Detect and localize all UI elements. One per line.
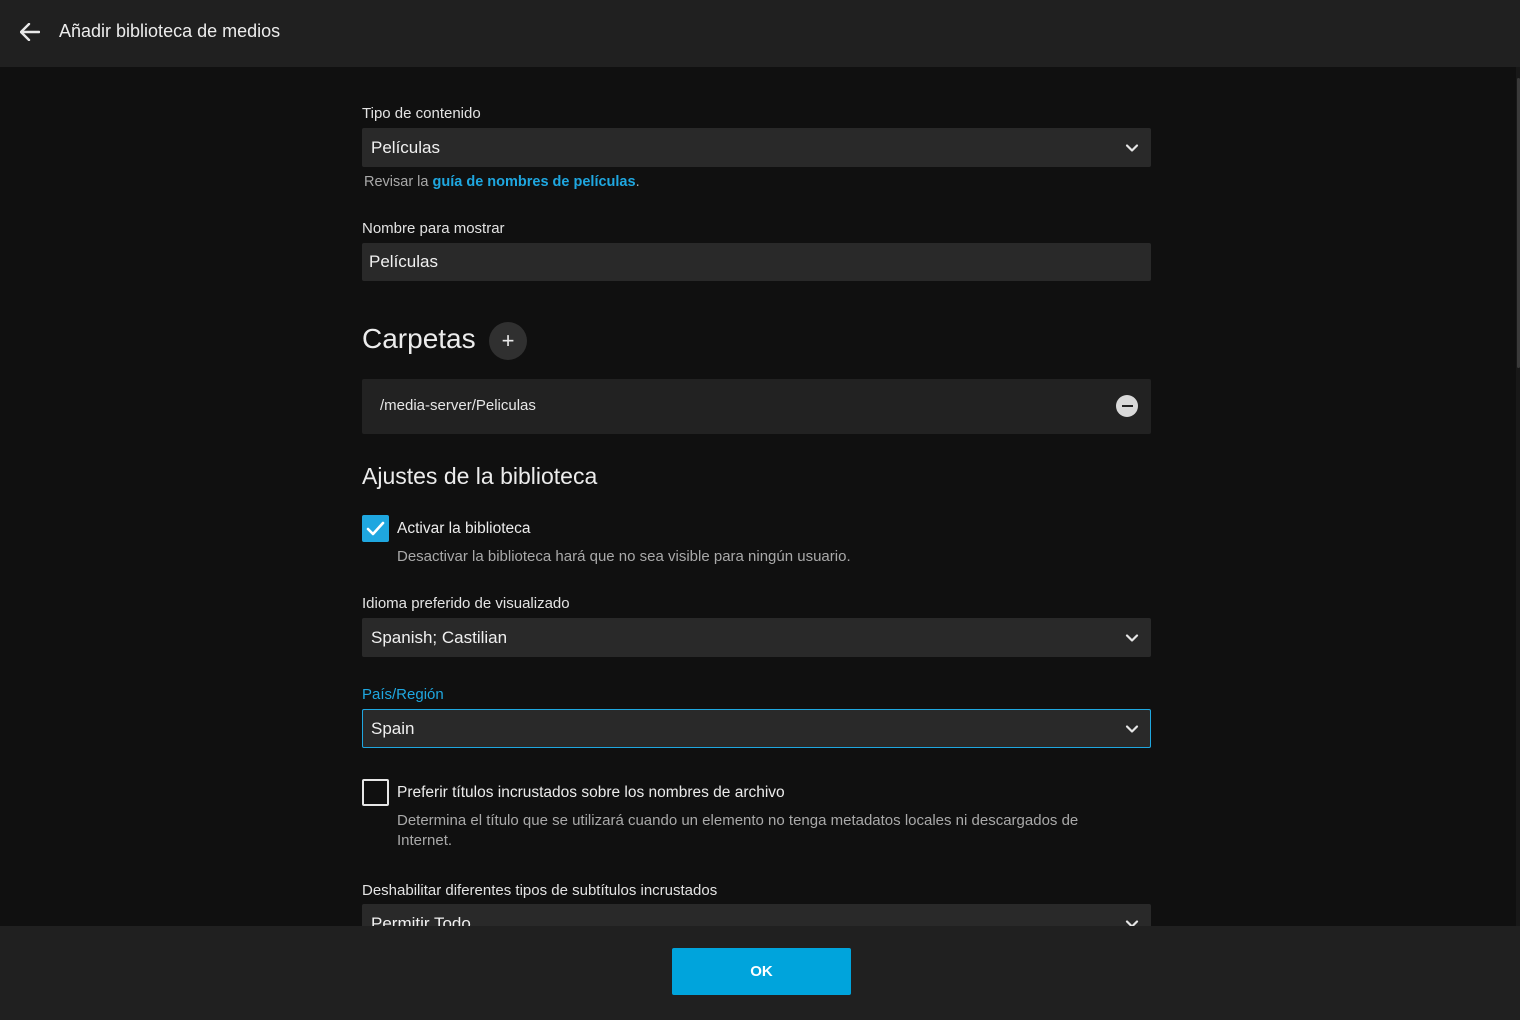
chevron-down-icon xyxy=(1125,725,1139,733)
disable-subtitles-value: Permitir Todo xyxy=(371,913,471,927)
remove-folder-button[interactable] xyxy=(1116,395,1138,417)
country-value: Spain xyxy=(371,718,415,738)
enable-library-description: Desactivar la biblioteca hará que no sea… xyxy=(397,548,851,565)
top-bar: Añadir biblioteca de medios xyxy=(0,0,1520,67)
preferred-language-label: Idioma preferido de visualizado xyxy=(362,595,570,612)
dialog-content: Tipo de contenido Películas Revisar la g… xyxy=(0,67,1520,926)
folder-list-item[interactable]: /media-server/Peliculas xyxy=(362,379,1151,434)
naming-guide-link[interactable]: guía de nombres de películas xyxy=(433,174,636,190)
page-title: Añadir biblioteca de medios xyxy=(59,21,281,41)
country-label: País/Región xyxy=(362,686,444,703)
library-settings-heading: Ajustes de la biblioteca xyxy=(362,463,598,489)
content-type-select[interactable]: Películas xyxy=(362,128,1151,167)
help-prefix-text: Revisar la xyxy=(364,174,433,190)
folder-path: /media-server/Peliculas xyxy=(380,397,536,414)
plus-icon: + xyxy=(501,328,515,353)
add-folder-button[interactable]: + xyxy=(489,322,527,360)
content-type-help: Revisar la guía de nombres de películas. xyxy=(364,174,640,190)
preferred-language-value: Spanish; Castilian xyxy=(371,627,508,647)
display-name-input[interactable]: Películas xyxy=(362,243,1151,281)
enable-library-label: Activar la biblioteca xyxy=(397,520,531,537)
prefer-embedded-titles-description: Determina el título que se utilizará cua… xyxy=(397,812,1079,849)
prefer-embedded-titles-checkbox[interactable] xyxy=(362,779,389,806)
chevron-down-icon xyxy=(1125,634,1139,642)
minus-circle-icon xyxy=(1121,405,1133,407)
arrow-left-icon xyxy=(20,23,40,41)
dialog-footer: OK xyxy=(0,926,1520,1020)
checkmark-icon xyxy=(366,521,385,536)
chevron-down-icon xyxy=(1125,920,1139,926)
display-name-label: Nombre para mostrar xyxy=(362,220,505,237)
chevron-down-icon xyxy=(1125,144,1139,152)
content-type-label: Tipo de contenido xyxy=(362,105,481,122)
preferred-language-select[interactable]: Spanish; Castilian xyxy=(362,618,1151,657)
content-type-value: Películas xyxy=(371,137,440,157)
folders-heading: Carpetas xyxy=(362,323,476,354)
help-suffix-text: . xyxy=(635,174,640,190)
disable-subtitles-select[interactable]: Permitir Todo xyxy=(362,904,1151,926)
country-select[interactable]: Spain xyxy=(362,709,1151,748)
ok-button[interactable]: OK xyxy=(672,948,851,995)
enable-library-checkbox[interactable] xyxy=(362,515,389,542)
back-button[interactable] xyxy=(14,16,46,48)
display-name-value: Películas xyxy=(369,252,438,271)
prefer-embedded-titles-label: Preferir títulos incrustados sobre los n… xyxy=(397,784,785,801)
disable-subtitles-label: Deshabilitar diferentes tipos de subtítu… xyxy=(362,882,718,899)
